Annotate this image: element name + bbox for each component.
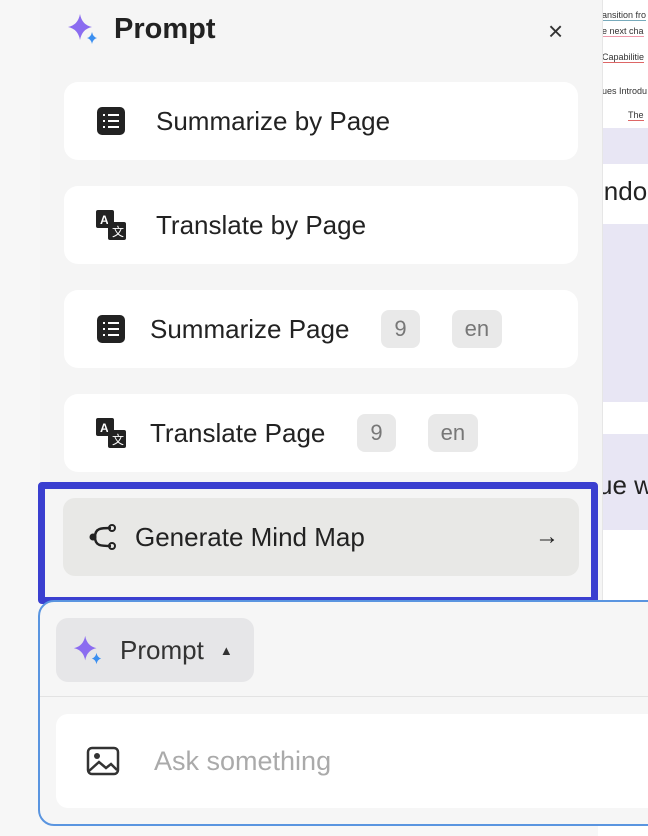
doc-big-text: indo [598, 176, 648, 206]
divider [40, 696, 648, 697]
doc-line: The [628, 110, 644, 121]
image-icon[interactable] [86, 746, 120, 776]
doc-line: e next cha [602, 26, 644, 37]
prompt-toggle-button[interactable]: Prompt ▲ [56, 618, 254, 682]
item-label: Translate by Page [156, 209, 367, 240]
svg-text:文: 文 [112, 224, 124, 239]
translate-page-button[interactable]: A文 Translate Page 9 en [64, 394, 578, 472]
close-icon[interactable]: × [548, 16, 563, 47]
doc-line: ansition fro [602, 10, 647, 21]
page-number-chip[interactable]: 9 [381, 310, 420, 348]
panel-title: Prompt [114, 12, 216, 45]
language-chip[interactable]: en [427, 414, 479, 452]
translate-icon: A文 [96, 210, 126, 240]
sparkle-icon [73, 635, 102, 665]
sparkle-icon [68, 14, 97, 44]
doc-big-text: ue w [598, 470, 648, 500]
ask-placeholder: Ask something [154, 745, 332, 776]
page-number-chip[interactable]: 9 [357, 414, 396, 452]
prompt-label: Prompt [120, 634, 204, 665]
translate-by-page-button[interactable]: A文 Translate by Page [64, 186, 578, 264]
list-icon [96, 314, 126, 344]
doc-line: ues Introdu [602, 86, 648, 96]
summarize-by-page-button[interactable]: Summarize by Page [64, 82, 578, 160]
item-label: Summarize by Page [156, 105, 391, 136]
svg-text:A: A [100, 213, 109, 227]
caret-up-icon: ▲ [219, 642, 233, 658]
svg-text:文: 文 [112, 432, 124, 447]
mind-map-icon [89, 524, 116, 550]
doc-line: Capabilitie [602, 52, 645, 63]
language-chip[interactable]: en [451, 310, 503, 348]
composer: Prompt ▲ Ask something [38, 600, 648, 826]
translate-icon: A文 [96, 418, 126, 448]
summarize-page-button[interactable]: Summarize Page 9 en [64, 290, 578, 368]
item-label: Translate Page [150, 417, 326, 448]
svg-text:A: A [100, 421, 109, 435]
mind-map-label: Generate Mind Map [135, 521, 365, 552]
item-label: Summarize Page [150, 313, 350, 344]
generate-mind-map-button[interactable]: Generate Mind Map → [63, 498, 579, 576]
list-icon [96, 106, 126, 136]
ask-input[interactable]: Ask something [56, 714, 648, 808]
arrow-right-icon: → [535, 523, 559, 550]
